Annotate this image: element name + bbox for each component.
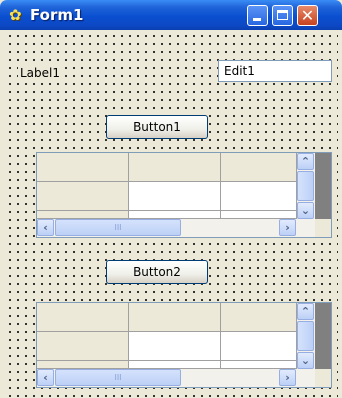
window-title: Form1 (30, 6, 84, 24)
scroll-right-button[interactable]: › (279, 369, 296, 386)
form-design-surface: Label1 Edit1 Button1 ⌃ ⌄ ‹ III › Button2… (4, 30, 338, 398)
minimize-button[interactable] (247, 5, 268, 26)
fixed-cell (221, 303, 297, 332)
horizontal-scroll-thumb[interactable]: III (55, 219, 181, 236)
horizontal-scroll-thumb[interactable]: III (55, 369, 181, 386)
scroll-up-button[interactable]: ⌃ (297, 303, 314, 320)
minimize-icon (253, 18, 261, 21)
fixed-cell (37, 211, 129, 219)
form-window: ✿ Form1 ✕ Label1 Edit1 Button1 ⌃ ⌄ ‹ III… (0, 0, 342, 398)
label1: Label1 (18, 66, 63, 80)
horizontal-scrollbar[interactable]: ‹ III › (37, 219, 315, 237)
maximize-button[interactable] (272, 5, 293, 26)
grid-cell[interactable] (221, 211, 297, 219)
fixed-cell (37, 153, 129, 182)
grid-cell[interactable] (221, 361, 297, 369)
edit1-input[interactable]: Edit1 (218, 60, 332, 82)
vertical-scrollbar[interactable]: ⌃ ⌄ (297, 153, 315, 219)
grid-cell[interactable] (221, 182, 297, 211)
grid-cell[interactable] (129, 182, 221, 211)
fixed-cell (37, 182, 129, 211)
fixed-cell (37, 361, 129, 369)
button1[interactable]: Button1 (106, 115, 208, 139)
grid-cell[interactable] (129, 361, 221, 369)
fixed-cell (37, 303, 129, 332)
fixed-cell (37, 332, 129, 361)
form-icon: ✿ (9, 6, 22, 24)
grid-cell[interactable] (221, 332, 297, 361)
scroll-right-button[interactable]: › (279, 219, 296, 236)
title-bar[interactable]: ✿ Form1 ✕ (0, 0, 342, 30)
string-grid-1[interactable]: ⌃ ⌄ ‹ III › (36, 152, 332, 238)
scroll-left-button[interactable]: ‹ (37, 369, 54, 386)
scrollbar-corner (315, 369, 331, 387)
close-button[interactable]: ✕ (297, 5, 318, 26)
maximize-icon (277, 10, 288, 20)
grid-cell[interactable] (129, 211, 221, 219)
scrollbar-corner (315, 219, 331, 237)
grid-cell[interactable] (129, 332, 221, 361)
scroll-down-button[interactable]: ⌄ (297, 202, 314, 219)
scroll-down-button[interactable]: ⌄ (297, 352, 314, 369)
scroll-left-button[interactable]: ‹ (37, 219, 54, 236)
fixed-cell (129, 153, 221, 182)
string-grid-2[interactable]: ⌃ ⌄ ‹ III › (36, 302, 332, 388)
vertical-scrollbar[interactable]: ⌃ ⌄ (297, 303, 315, 369)
scroll-up-button[interactable]: ⌃ (297, 153, 314, 170)
fixed-cell (221, 153, 297, 182)
close-icon: ✕ (300, 6, 315, 25)
vertical-scroll-thumb[interactable] (297, 321, 314, 351)
button2[interactable]: Button2 (106, 260, 208, 284)
vertical-scroll-thumb[interactable] (297, 171, 314, 201)
fixed-cell (129, 303, 221, 332)
horizontal-scrollbar[interactable]: ‹ III › (37, 369, 315, 387)
